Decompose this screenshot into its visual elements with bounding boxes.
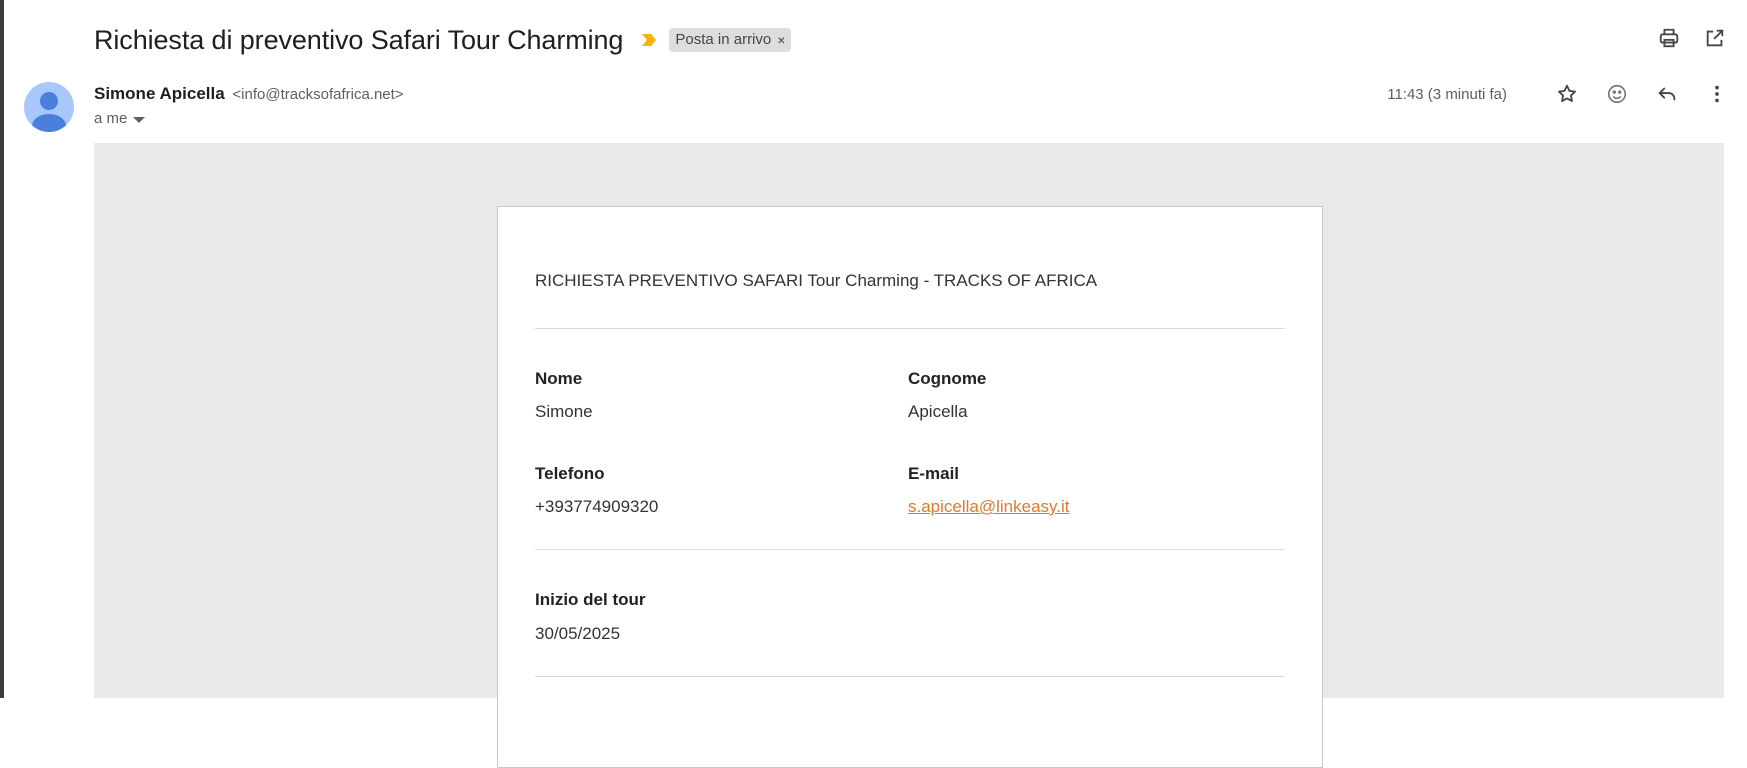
open-in-new-window-icon[interactable] xyxy=(1703,26,1727,50)
field-value-nome: Simone xyxy=(535,402,593,421)
email-card-title: RICHIESTA PREVENTIVO SAFARI Tour Charmin… xyxy=(535,271,1098,290)
default-avatar-icon xyxy=(32,92,66,132)
recipient-text: a me xyxy=(94,110,128,127)
sender-line: Simone Apicella <info@tracksofafrica.net… xyxy=(94,84,404,104)
divider xyxy=(535,549,1285,550)
field-value-telefono: +393774909320 xyxy=(535,497,659,516)
close-icon[interactable]: × xyxy=(777,32,785,48)
importance-marker-icon[interactable] xyxy=(641,32,657,48)
emoji-reaction-icon[interactable] xyxy=(1605,82,1629,106)
top-actions xyxy=(1657,26,1727,50)
field-value-cognome: Apicella xyxy=(908,402,968,421)
reply-icon[interactable] xyxy=(1655,82,1679,106)
recipient-line: a me xyxy=(94,110,404,127)
field-label-email: E-mail xyxy=(908,464,960,483)
sender-block: Simone Apicella <info@tracksofafrica.net… xyxy=(94,84,404,127)
field-value-inizio-tour: 30/05/2025 xyxy=(535,624,621,643)
subject-row: Richiesta di preventivo Safari Tour Char… xyxy=(94,22,792,58)
field-label-inizio-tour: Inizio del tour xyxy=(535,590,646,609)
window-edge xyxy=(0,0,4,698)
star-icon[interactable] xyxy=(1555,82,1579,106)
timestamp: 11:43 (3 minuti fa) xyxy=(1387,85,1507,103)
show-details-chevron-down-icon[interactable] xyxy=(133,116,146,123)
message-actions: 11:43 (3 minuti fa) xyxy=(1387,82,1729,106)
email-link[interactable]: s.apicella@linkeasy.it xyxy=(908,497,1070,517)
field-label-cognome: Cognome xyxy=(908,369,987,388)
field-label-nome: Nome xyxy=(535,369,583,388)
field-label-telefono: Telefono xyxy=(535,464,605,483)
sender-email: <info@tracksofafrica.net> xyxy=(232,86,404,103)
label-chip-inbox[interactable]: Posta in arrivo × xyxy=(669,28,792,52)
print-icon[interactable] xyxy=(1657,26,1681,50)
email-body-canvas: RICHIESTA PREVENTIVO SAFARI Tour Charmin… xyxy=(94,143,1724,768)
avatar[interactable] xyxy=(24,82,74,132)
email-card: RICHIESTA PREVENTIVO SAFARI Tour Charmin… xyxy=(497,206,1323,768)
label-chip-text: Posta in arrivo xyxy=(675,31,772,48)
divider xyxy=(535,328,1285,329)
email-subject: Richiesta di preventivo Safari Tour Char… xyxy=(94,24,624,55)
divider xyxy=(535,676,1285,677)
more-vert-icon[interactable] xyxy=(1705,82,1729,106)
sender-name[interactable]: Simone Apicella xyxy=(94,84,225,103)
